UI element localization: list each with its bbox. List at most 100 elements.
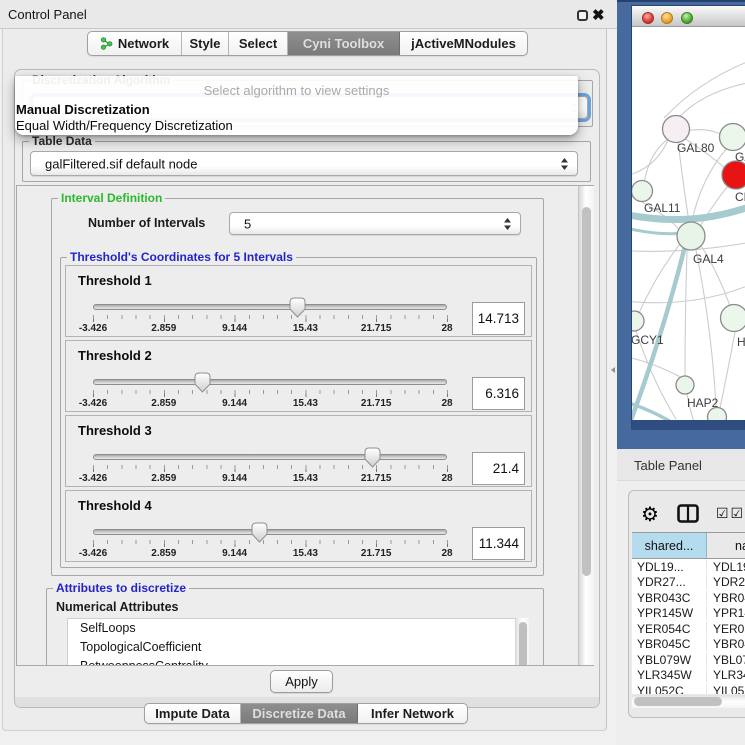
threshold-1-slider-track[interactable] [93, 304, 447, 310]
tab-label: Discretize Data [252, 706, 345, 721]
node-gal4[interactable] [677, 222, 705, 250]
threshold-2-slider-track[interactable] [93, 379, 447, 385]
node-gal11[interactable] [632, 181, 653, 202]
table-data-combobox[interactable]: galFiltered.sif default node [30, 151, 578, 176]
numerical-attributes-list[interactable]: SelfLoops TopologicalCoefficient Between… [67, 618, 529, 666]
table-row[interactable]: YDR27...YDR27... [632, 575, 745, 591]
node-hap4[interactable] [721, 305, 745, 332]
apply-button[interactable]: Apply [270, 670, 333, 693]
table-data-combobox-value: galFiltered.sif default node [45, 156, 197, 171]
cell[interactable]: YBL079W [707, 653, 745, 667]
dropdown-option-manual-discretization[interactable]: Manual Discretization [16, 102, 150, 117]
threshold-2-slider-thumb[interactable] [194, 372, 211, 393]
table-row[interactable]: YIL052CYIL052C [632, 683, 745, 694]
tab-select[interactable]: Select [229, 32, 288, 55]
zoom-traffic-light[interactable] [681, 12, 693, 24]
cell[interactable]: YBR045C [632, 637, 707, 651]
slider-scale-labels: -3.426 2.859 9.144 15.43 21.715 28 [66, 398, 531, 410]
float-window-icon[interactable] [577, 10, 588, 21]
table-horizontal-scrollbar-thumb[interactable] [634, 697, 722, 706]
tab-cyni-toolbox[interactable]: Cyni Toolbox [288, 32, 400, 55]
checkbox-icons[interactable]: ☑☑ [716, 505, 745, 522]
cell[interactable]: YBR045C [707, 637, 745, 651]
cell[interactable]: YIL052C [707, 684, 745, 694]
tab-style[interactable]: Style [182, 32, 229, 55]
list-item[interactable]: BetweennessCentrality [68, 657, 528, 666]
gear-icon[interactable]: ⚙ [641, 502, 659, 527]
tab-label: Select [239, 36, 277, 51]
cell[interactable]: YDL19... [632, 560, 707, 574]
cell[interactable]: YIL052C [632, 684, 707, 694]
node-gal80[interactable] [663, 116, 690, 143]
list-item[interactable]: SelfLoops [68, 619, 528, 638]
threshold-4-slider-track[interactable] [93, 529, 447, 535]
cell[interactable]: YDL19... [707, 560, 745, 574]
tick-label: -3.426 [79, 548, 107, 559]
cell[interactable]: YBR043C [632, 591, 707, 605]
cell[interactable]: YDR27... [632, 575, 707, 589]
tab-infer-network[interactable]: Infer Network [358, 704, 467, 723]
cell[interactable]: YLR345W [707, 668, 745, 682]
tick-label: 21.715 [361, 473, 392, 484]
tab-jactivemnodules[interactable]: jActiveMNodules [400, 32, 527, 55]
threshold-1-slider-thumb[interactable] [289, 297, 306, 318]
node-label: HAP2 [687, 396, 719, 410]
threshold-4-value-field[interactable]: 11.344 [472, 527, 525, 560]
split-divider-handle[interactable] [611, 367, 615, 373]
threshold-3-slider-track[interactable] [93, 454, 447, 460]
table-row[interactable]: YER054CYER054C [632, 621, 745, 637]
minimize-traffic-light[interactable] [661, 12, 673, 24]
tab-discretize-data[interactable]: Discretize Data [241, 704, 358, 723]
table-row[interactable]: YLR345WYLR345W [632, 668, 745, 684]
cell[interactable]: YER054C [632, 622, 707, 636]
cell[interactable]: YPR145W [632, 606, 707, 620]
close-traffic-light[interactable] [642, 12, 654, 24]
tick-label: 9.144 [222, 323, 247, 334]
node-label: GCY1 [632, 333, 664, 347]
close-icon[interactable]: ✖ [592, 6, 605, 24]
table-row[interactable]: YDL19...YDL19... [632, 559, 745, 575]
node-gal3[interactable] [720, 124, 745, 151]
threshold-3-value-field[interactable]: 21.4 [472, 452, 525, 485]
list-item[interactable]: TopologicalCoefficient [68, 638, 528, 657]
tab-label: Network [118, 36, 169, 51]
cell[interactable]: YDR27... [707, 575, 745, 589]
attributes-list-scrollbar-thumb[interactable] [519, 622, 527, 666]
table-row[interactable]: YBR045CYBR045C [632, 637, 745, 653]
table-header-shared-name[interactable]: shared... [632, 533, 707, 558]
cell[interactable]: YPR145W [707, 606, 745, 620]
cell[interactable]: YBL079W [632, 653, 707, 667]
control-panel-titlebar[interactable] [0, 0, 617, 29]
threshold-1-value-field[interactable]: 14.713 [472, 302, 525, 335]
threshold-2-value-field[interactable]: 6.316 [472, 377, 525, 410]
node-red[interactable] [722, 161, 745, 189]
node-gcy1[interactable] [632, 311, 644, 331]
dropdown-prompt-item[interactable]: Select algorithm to view settings [15, 83, 578, 98]
network-canvas[interactable]: GAL80 GAL3 CRP1 GAL11 GAL4 GCY1 HAP4 HAP… [632, 27, 745, 420]
table-row[interactable]: YBR043CYBR043C [632, 590, 745, 606]
cell[interactable]: YBR043C [707, 591, 745, 605]
slider-minor-ticks [93, 540, 449, 544]
node-hap2[interactable] [676, 376, 694, 394]
table-row[interactable]: YPR145WYPR145W [632, 606, 745, 622]
tab-network[interactable]: Network [88, 32, 182, 55]
tick-label: 9.144 [222, 548, 247, 559]
tick-label: -3.426 [79, 323, 107, 334]
table-header-name[interactable]: name [707, 533, 745, 558]
settings-vertical-scrollbar-thumb[interactable] [582, 207, 591, 576]
table-row[interactable]: YBL079WYBL079W [632, 652, 745, 668]
dropdown-option-equal-width[interactable]: Equal Width/Frequency Discretization [16, 118, 233, 133]
network-window-titlebar[interactable] [632, 6, 745, 27]
tick-label: 21.715 [361, 398, 392, 409]
threshold-3-slider-thumb[interactable] [364, 447, 381, 468]
tab-impute-data[interactable]: Impute Data [145, 704, 241, 723]
control-panel-title: Control Panel [8, 7, 87, 22]
threshold-4-slider-thumb[interactable] [251, 522, 268, 543]
split-column-icon[interactable] [677, 504, 699, 523]
number-of-intervals-combobox[interactable]: 5 [229, 212, 521, 235]
table-header-row: shared... name [632, 532, 745, 559]
cell[interactable]: YER054C [707, 622, 745, 636]
cell[interactable]: YLR345W [632, 668, 707, 682]
node-label: GAL4 [693, 252, 724, 266]
node-table[interactable]: shared... name YDL19...YDL19... YDR27...… [632, 532, 745, 694]
